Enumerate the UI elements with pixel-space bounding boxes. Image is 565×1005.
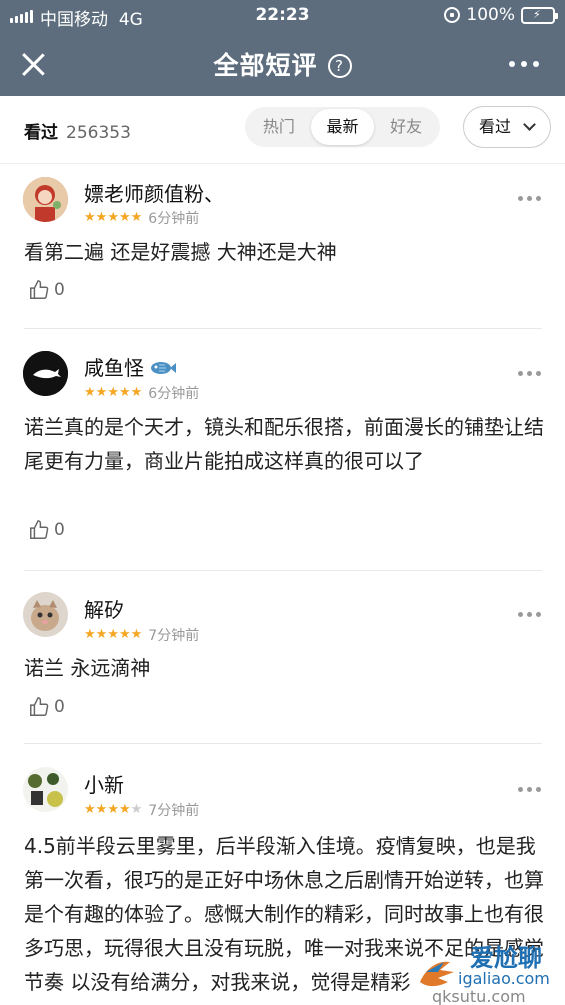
comment-menu-icon[interactable]	[518, 371, 541, 376]
watched-count: 256353	[66, 123, 131, 143]
tab-friends[interactable]: 好友	[374, 109, 438, 145]
chevron-down-icon	[523, 118, 536, 131]
comment-menu-icon[interactable]	[518, 196, 541, 201]
like-count: 0	[54, 280, 65, 300]
rating-stars: ★ ★ ★ ★ ★	[84, 802, 143, 817]
tab-hot[interactable]: 热门	[247, 109, 311, 145]
battery-icon	[521, 6, 558, 24]
rating-stars: ★ ★ ★ ★ ★	[84, 627, 143, 642]
like-count: 0	[54, 697, 65, 717]
like-button[interactable]: 0	[28, 696, 65, 718]
username[interactable]: 解矽	[84, 594, 124, 623]
like-button[interactable]: 0	[28, 279, 65, 301]
comment-item: 咸鱼怪 ★ ★ ★ ★ ★ 6分钟前 诺兰真的是个天才，镜头和配乐很搭，前面漫长的铺垫让…	[0, 329, 565, 575]
watched-summary: 看过 256353	[24, 118, 131, 143]
thumbs-up-icon	[30, 280, 49, 299]
watch-status-dropdown[interactable]: 看过	[463, 106, 551, 148]
post-time: 7分钟前	[148, 628, 200, 644]
comment-text: 诺兰真的是个天才，镜头和配乐很搭，前面漫长的铺垫让结尾更有力量，商业片能拍成这样…	[24, 415, 544, 473]
comment-menu-icon[interactable]	[518, 787, 541, 792]
rating-stars: ★ ★ ★ ★ ★	[84, 385, 143, 400]
comment-menu-icon[interactable]	[518, 612, 541, 617]
help-icon[interactable]: ?	[327, 54, 352, 78]
watermark-url: igaliao.com	[458, 969, 550, 988]
username[interactable]: 嫖老师颜值粉、	[84, 178, 224, 207]
post-time: 7分钟前	[148, 803, 200, 819]
rating-stars: ★ ★ ★ ★ ★	[84, 210, 143, 225]
username[interactable]: 咸鱼怪	[84, 352, 177, 381]
post-time: 6分钟前	[148, 386, 200, 402]
watched-label: 看过	[24, 123, 58, 143]
page-title: 全部短评	[213, 51, 318, 80]
site-watermark: 爱尬聊 igaliao.com qksutu.com	[412, 942, 565, 1005]
comment-text: 诺兰 永远滴神	[24, 656, 151, 680]
status-bar: 中国移动 4G 22:23 100%	[0, 0, 565, 32]
avatar[interactable]	[23, 177, 68, 222]
watermark-brand: 爱尬聊	[470, 944, 542, 972]
like-button[interactable]: 0	[28, 519, 65, 541]
tab-latest[interactable]: 最新	[310, 109, 375, 145]
thumbs-up-icon	[30, 520, 49, 539]
fish-emoji-icon	[150, 356, 177, 380]
avatar[interactable]	[23, 767, 68, 812]
watermark-sub: qksutu.com	[432, 987, 526, 1005]
avatar[interactable]	[23, 351, 68, 396]
post-time: 6分钟前	[148, 211, 200, 227]
orientation-lock-icon	[444, 7, 461, 23]
comment-item: 嫖老师颜值粉、 ★ ★ ★ ★ ★ 6分钟前 看第二遍 还是好震撼 大神还是大神 0	[0, 164, 565, 329]
sort-segmented-control: 热门 最新 好友	[245, 107, 440, 147]
comment-item: 解矽 ★ ★ ★ ★ ★ 7分钟前 诺兰 永远滴神 0	[0, 570, 565, 745]
avatar[interactable]	[23, 592, 68, 637]
thumbs-up-icon	[30, 697, 49, 716]
like-count: 0	[54, 520, 65, 540]
divider	[24, 743, 542, 744]
battery-percent: 100%	[466, 5, 515, 25]
more-options-icon[interactable]	[509, 61, 539, 67]
filter-bar: 看过 256353 热门 最新 好友 看过	[0, 96, 565, 164]
comment-text: 看第二遍 还是好震撼 大神还是大神	[24, 240, 337, 264]
nav-bar: 全部短评?	[0, 32, 565, 96]
dropdown-label: 看过	[479, 117, 512, 136]
username[interactable]: 小新	[84, 769, 124, 798]
